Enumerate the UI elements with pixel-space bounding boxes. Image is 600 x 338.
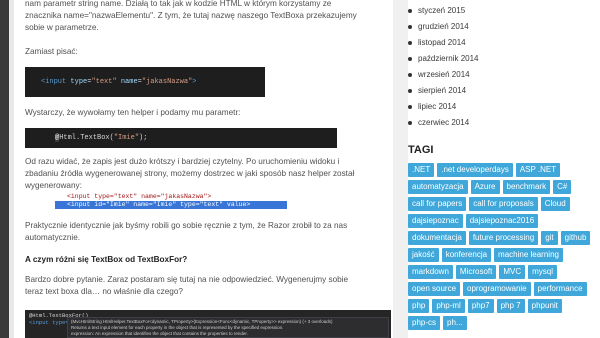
tag-link[interactable]: call for proposals [469,197,538,211]
archive-item[interactable]: wrzesień 2014 [408,67,478,83]
tag-link[interactable]: mysql [528,265,558,279]
tag-link[interactable]: ph... [443,316,467,330]
archive-item[interactable]: październik 2014 [408,51,478,67]
paragraph-name-attribute: nam parametr string name. Działą to tak … [25,0,357,32]
code-value: "text" [91,78,117,86]
tag-link[interactable]: php7 [467,299,494,313]
code-argument: "Imie" [113,134,140,142]
tooltip-parameter: expression: An expression that identifie… [71,331,248,336]
sidebar-separator [393,0,408,338]
tag-link[interactable]: phpunit [527,299,562,313]
archive-item[interactable]: czerwiec 2014 [408,115,478,131]
code-block-helper: @Html.TextBox("Imie"); [25,128,337,148]
tag-link[interactable]: ASP .NET [515,163,561,177]
tag-link[interactable]: Azure [470,180,500,194]
archive-item[interactable]: lipiec 2014 [408,99,478,115]
tag-link[interactable]: jakość [408,248,439,262]
tag-link[interactable]: call for papers [408,197,467,211]
tag-link[interactable]: benchmark [502,180,551,194]
code-line-generated: <input id="Imie" name="Imie" type="text"… [55,201,287,209]
tag-link[interactable]: github [560,231,591,245]
tag-link[interactable]: konferencja [441,248,492,262]
archive-item[interactable]: styczeń 2015 [408,3,478,19]
tag-link[interactable]: C# [553,180,572,194]
tag-link[interactable]: dokumentacja [408,231,466,245]
sidebar: styczeń 2015 grudzień 2014 listopad 2014… [408,0,600,338]
code-end: ); [139,134,148,142]
paragraph-good-question: Bardzo dobre pytanie. Zaraz postaram się… [25,275,349,296]
tag-link[interactable]: open source [408,282,461,296]
paragraph-shorter-syntax: Od razu widać, że zapis jest dużo krótsz… [25,157,355,190]
tag-link[interactable]: php [408,299,430,313]
tags-title: TAGI [408,144,434,156]
archive-item[interactable]: sierpień 2014 [408,83,478,99]
code-value: "jakasNazwa" [141,78,193,86]
tag-link[interactable]: Microsoft [455,265,497,279]
code-tag: <input [41,78,67,86]
article-content: nam parametr string name. Działą to tak … [25,0,393,338]
paragraph-helper-call: Wystarczy, że wywołamy ten helper i poda… [25,108,241,117]
code-tag: > [192,78,197,86]
heading-difference: A czym różni się TextBox od TextBoxFor? [25,255,188,264]
tag-cloud: .NET .net developerdays ASP .NET automatyza… [408,163,593,330]
tag-link[interactable]: git [541,231,558,245]
tag-link[interactable]: dajsiepoznac2016 [465,214,539,228]
paragraph-instead-of: Zamiast pisać: [25,47,78,56]
code-block-intellisense: @Html.TextBoxFor() <input type="text (Mv… [25,310,391,338]
tag-link[interactable]: MVC [499,265,526,279]
intellisense-tooltip: (MvcHtmlString HtmlHelper.TextBoxFor<dyn… [67,317,389,338]
code-block-input: <input type="text" name="jakasNazwa"> [25,67,265,97]
tag-link[interactable]: machine learning [494,248,563,262]
archive-list: styczeń 2015 grudzień 2014 listopad 2014… [408,3,478,131]
code-block-generated: <input type="text" name="jakasNazwa"> <i… [55,193,287,213]
paragraph-identical: Praktycznie identycznie jak byśmy robili… [25,221,348,242]
tag-link[interactable]: markdown [408,265,453,279]
tag-link[interactable]: Cloud [540,197,570,211]
tag-link[interactable]: php-cs [408,316,441,330]
code-helper-call: Html.TextBox( [59,134,114,142]
tag-link[interactable]: dajsiepoznac [408,214,463,228]
tag-link[interactable]: .NET [408,163,435,177]
tag-link[interactable]: .net developerdays [437,163,513,177]
archive-item[interactable]: listopad 2014 [408,35,478,51]
tag-link[interactable]: future processing [468,231,539,245]
tag-link[interactable]: automatyzacja [408,180,468,194]
code-attr: type [70,78,88,86]
code-line-original: <input type="text" name="jakasNazwa"> [67,193,212,200]
left-gutter [0,0,14,338]
archive-item[interactable]: grudzień 2014 [408,19,478,35]
code-attr: name [120,78,138,86]
tag-link[interactable]: performance [533,282,587,296]
tag-link[interactable]: php-ml [432,299,465,313]
tag-link[interactable]: php 7 [496,299,525,313]
tag-link[interactable]: oprogramowanie [463,282,531,296]
